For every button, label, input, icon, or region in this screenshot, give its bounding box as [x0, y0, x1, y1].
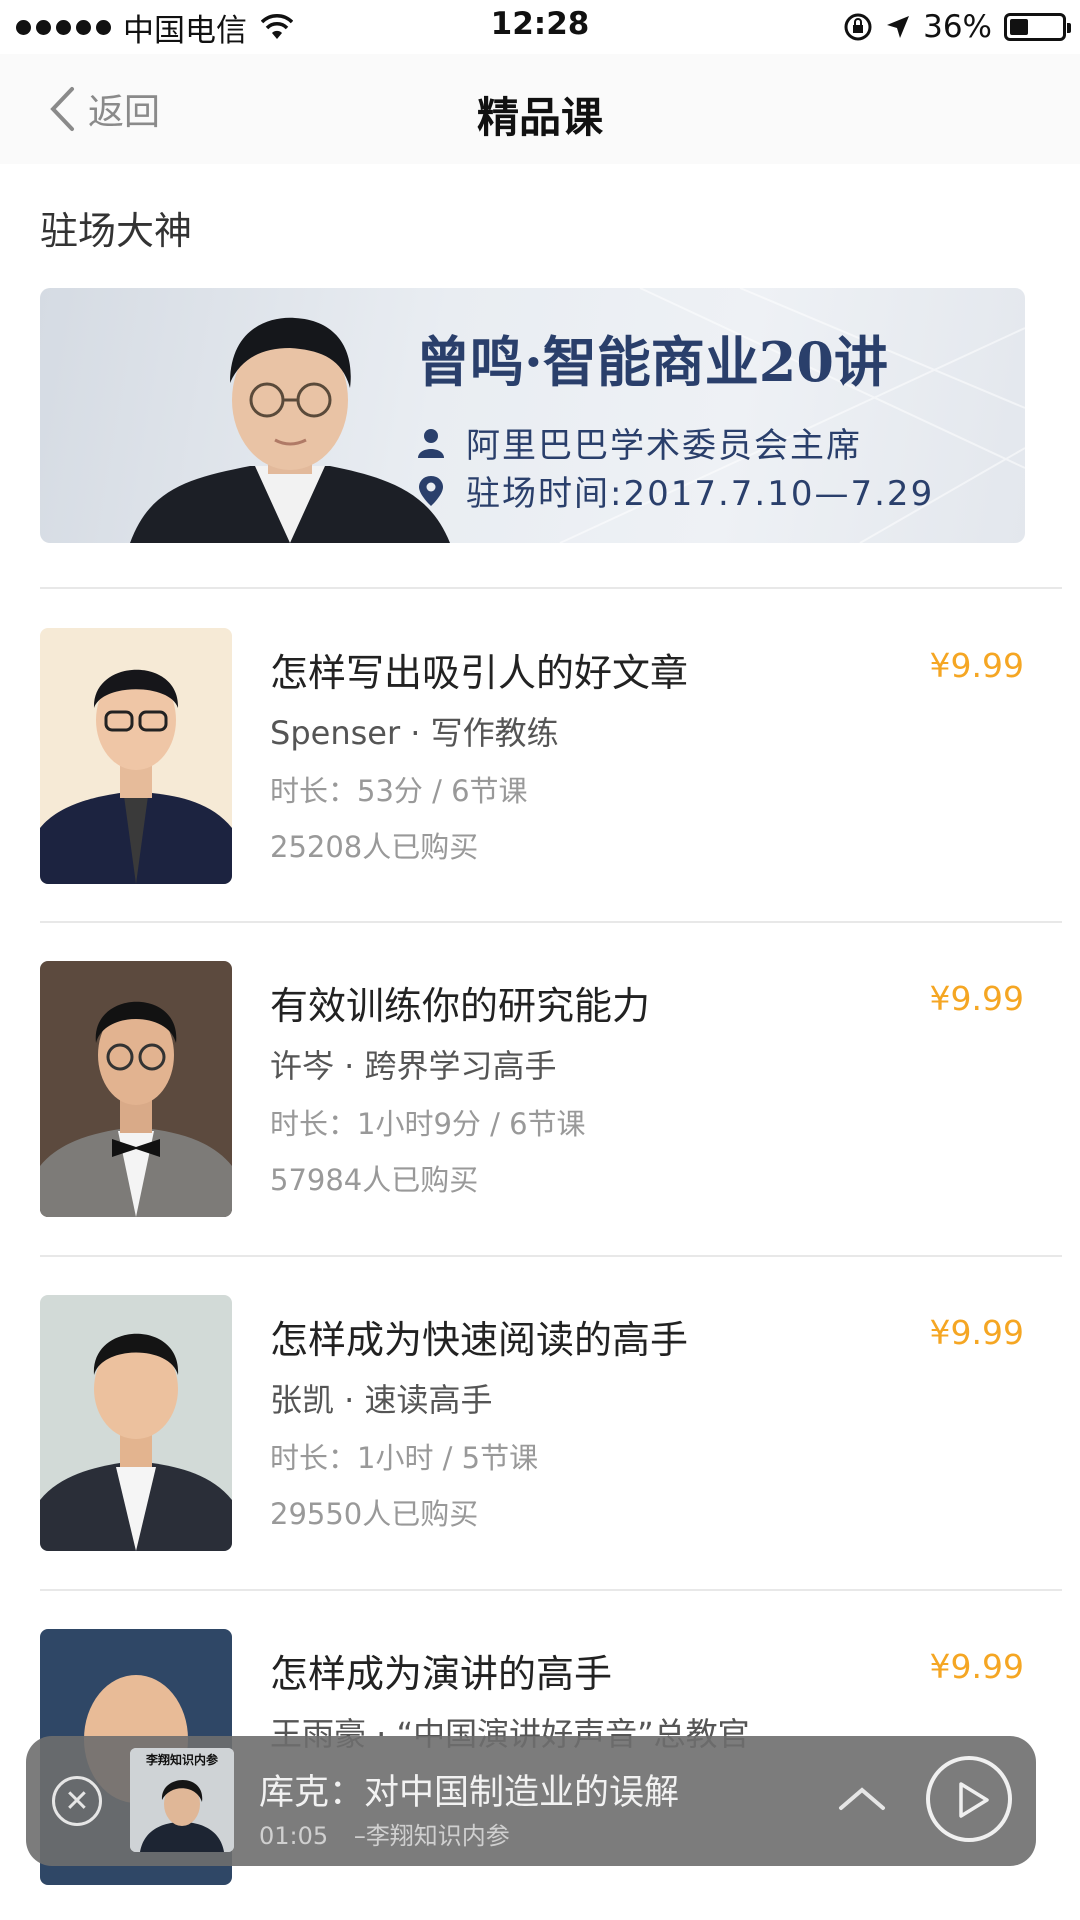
course-buyers: 25208人已购买	[270, 830, 479, 864]
banner-role-row: 阿里巴巴学术委员会主席	[418, 418, 862, 467]
banner-period-row: 驻场时间:2017.7.10—7.29	[418, 466, 934, 515]
status-bar: 中国电信 12:28 36%	[0, 0, 1080, 54]
course-title: 有效训练你的研究能力	[270, 984, 651, 1028]
course-duration: 时长：1小时9分 / 6节课	[270, 1107, 586, 1141]
nav-bar: 返回 精品课	[0, 54, 1080, 164]
course-buyers: 57984人已购买	[270, 1163, 479, 1197]
close-player-button[interactable]: ✕	[52, 1776, 102, 1826]
close-icon: ✕	[64, 1783, 90, 1819]
featured-banner[interactable]: 曾鸣·智能商业20讲 阿里巴巴学术委员会主席 驻场时间:2017.7.10—7.…	[40, 288, 1025, 543]
divider	[40, 1255, 1062, 1257]
banner-period: 驻场时间:2017.7.10—7.29	[466, 474, 935, 514]
battery-icon	[1004, 13, 1071, 41]
page-title: 精品课	[476, 93, 603, 142]
course-price: ¥9.99	[929, 979, 1024, 1018]
person-icon	[418, 428, 444, 458]
course-item[interactable]: 怎样成为快速阅读的高手 ¥9.99 张凯 · 速读高手 时长：1小时 / 5节课…	[40, 1295, 1062, 1555]
rotation-lock-icon	[844, 13, 872, 41]
course-item[interactable]: 有效训练你的研究能力 ¥9.99 许岑 · 跨界学习高手 时长：1小时9分 / …	[40, 961, 1062, 1221]
section-title: 驻场大神	[40, 209, 193, 253]
chevron-up-icon[interactable]	[838, 1782, 886, 1812]
cover-label: 李翔知识内参	[145, 1753, 218, 1767]
status-right: 36%	[843, 8, 1071, 46]
battery-percent: 36%	[923, 9, 992, 45]
play-icon	[959, 1782, 989, 1818]
course-author: 许岑 · 跨界学习高手	[270, 1047, 557, 1085]
course-author: 张凯 · 速读高手	[270, 1381, 493, 1419]
player-title: 库克：对中国制造业的误解	[259, 1773, 680, 1813]
player-meta: 01:05 –李翔知识内参	[259, 1816, 510, 1851]
divider	[40, 587, 1062, 589]
course-price: ¥9.99	[929, 1313, 1024, 1352]
course-avatar	[40, 961, 232, 1217]
course-title: 怎样成为演讲的高手	[270, 1652, 613, 1696]
course-duration: 时长：1小时 / 5节课	[270, 1441, 539, 1475]
divider	[40, 1589, 1062, 1591]
player-source: –李翔知识内参	[353, 1822, 510, 1850]
course-title: 怎样写出吸引人的好文章	[270, 651, 689, 695]
course-duration: 时长：53分 / 6节课	[270, 774, 528, 808]
course-avatar	[40, 1295, 232, 1551]
banner-role: 阿里巴巴学术委员会主席	[466, 426, 862, 466]
course-buyers: 29550人已购买	[270, 1497, 479, 1531]
course-avatar	[40, 628, 232, 884]
host-portrait	[130, 317, 450, 543]
battery-level	[1010, 19, 1028, 35]
divider	[40, 921, 1062, 923]
mini-player[interactable]: ✕ 李翔知识内参 库克：对中国制造业的误解 01:05 –李翔知识内参	[26, 1736, 1036, 1866]
location-icon	[887, 16, 910, 38]
course-title: 怎样成为快速阅读的高手	[270, 1318, 689, 1362]
course-price: ¥9.99	[929, 646, 1024, 685]
location-pin-icon	[419, 475, 443, 506]
course-author: Spenser · 写作教练	[270, 714, 559, 752]
banner-title: 曾鸣·智能商业20讲	[416, 330, 888, 394]
course-price: ¥9.99	[929, 1647, 1024, 1686]
play-button[interactable]	[926, 1756, 1012, 1842]
player-cover: 李翔知识内参	[130, 1748, 234, 1852]
player-time: 01:05	[259, 1822, 329, 1850]
course-item[interactable]: 怎样写出吸引人的好文章 ¥9.99 Spenser · 写作教练 时长：53分 …	[40, 628, 1062, 888]
